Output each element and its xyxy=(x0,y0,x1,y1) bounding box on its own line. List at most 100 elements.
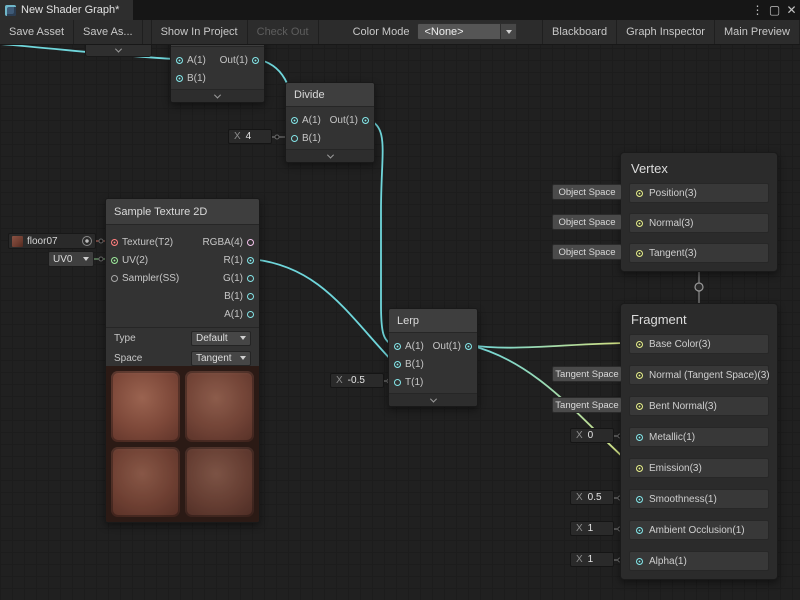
port-ambient-occlusion[interactable] xyxy=(636,527,643,534)
uv-channel-dropdown[interactable]: UV0 xyxy=(48,251,94,267)
block-row: Smoothness(1) xyxy=(629,489,769,509)
space-dropdown[interactable]: Tangent xyxy=(191,351,251,366)
setting-row: Space Tangent xyxy=(106,348,259,368)
port-position[interactable] xyxy=(636,190,643,197)
port-smoothness[interactable] xyxy=(636,496,643,503)
port-out[interactable] xyxy=(362,117,369,124)
port-in-a[interactable] xyxy=(176,57,183,64)
color-mode-dropdown[interactable]: <None> xyxy=(417,23,517,40)
type-value: Default xyxy=(196,333,228,344)
toolbar-spacer xyxy=(523,20,542,44)
port-row: Sampler(SS) xyxy=(106,269,184,287)
port-out[interactable] xyxy=(465,343,472,350)
kebab-menu-icon[interactable]: ⋮ xyxy=(749,0,766,20)
type-dropdown[interactable]: Default xyxy=(191,331,251,346)
port-in-b[interactable] xyxy=(394,361,401,368)
blackboard-button[interactable]: Blackboard xyxy=(542,20,617,44)
node-lerp[interactable]: Lerp A(1) Out(1) B(1) T(1) xyxy=(388,308,478,407)
position-space-dropdown[interactable]: Object Space xyxy=(552,184,622,200)
bent-normal-space-dropdown[interactable]: Tangent Space xyxy=(552,397,622,413)
close-icon[interactable]: ✕ xyxy=(783,0,800,20)
block-row-label: Bent Normal(3) xyxy=(649,401,717,412)
smoothness-value-field[interactable]: X0.5 xyxy=(570,490,614,505)
x-label: X xyxy=(576,430,583,441)
block-title: Fragment xyxy=(621,304,777,332)
document-tab[interactable]: New Shader Graph* xyxy=(0,0,133,20)
port-sampler[interactable] xyxy=(111,275,118,282)
tangent-space-dropdown[interactable]: Object Space xyxy=(552,244,622,260)
vertex-block[interactable]: Vertex Position(3) Normal(3) Tangent(3) xyxy=(620,152,778,272)
port-label: R(1) xyxy=(224,255,243,266)
port-row: A(1) Out(1) xyxy=(171,51,264,69)
port-label: A(1) xyxy=(224,309,243,320)
main-preview-button[interactable]: Main Preview xyxy=(715,20,800,44)
port-emission[interactable] xyxy=(636,465,643,472)
port-row: B(1) xyxy=(197,287,259,305)
node-collapse-strip[interactable] xyxy=(171,89,264,102)
port-bent-normal[interactable] xyxy=(636,403,643,410)
texture-object-field[interactable]: floor07 xyxy=(8,233,96,249)
port-r[interactable] xyxy=(247,257,254,264)
show-in-project-button[interactable]: Show In Project xyxy=(151,20,248,44)
block-row-label: Base Color(3) xyxy=(649,339,711,350)
divide-b-value-field[interactable]: X 4 xyxy=(228,129,272,144)
port-alpha[interactable] xyxy=(636,558,643,565)
block-row-label: Emission(3) xyxy=(649,463,702,474)
block-row-label: Ambient Occlusion(1) xyxy=(649,525,745,536)
port-tangent[interactable] xyxy=(636,250,643,257)
node-sample-texture-2d[interactable]: Sample Texture 2D Texture(T2) UV(2) Samp… xyxy=(105,198,260,523)
normal-ts-space-dropdown[interactable]: Tangent Space xyxy=(552,366,622,382)
port-label: B(1) xyxy=(224,291,243,302)
port-normal-ts[interactable] xyxy=(636,372,643,379)
fragment-block[interactable]: Fragment Base Color(3) Normal (Tangent S… xyxy=(620,303,778,580)
port-in-a[interactable] xyxy=(291,117,298,124)
port-rgba[interactable] xyxy=(247,239,254,246)
object-picker-icon[interactable] xyxy=(82,236,92,246)
node-collapse-strip[interactable] xyxy=(286,149,374,162)
port-a[interactable] xyxy=(247,311,254,318)
wire-sample-r-to-lerp-b[interactable] xyxy=(250,259,394,363)
block-row: Base Color(3) xyxy=(629,334,769,354)
lerp-t-value-field[interactable]: X -0.5 xyxy=(330,373,384,388)
port-g[interactable] xyxy=(247,275,254,282)
color-mode-value: <None> xyxy=(424,26,463,38)
normal-space-dropdown[interactable]: Object Space xyxy=(552,214,622,230)
offscreen-node-collapse-strip[interactable] xyxy=(85,44,152,57)
port-metallic[interactable] xyxy=(636,434,643,441)
x-value: 0.5 xyxy=(588,492,602,503)
block-row-label: Tangent(3) xyxy=(649,248,697,259)
port-base-color[interactable] xyxy=(636,341,643,348)
ambient-occlusion-value-field[interactable]: X1 xyxy=(570,521,614,536)
metallic-value-field[interactable]: X0 xyxy=(570,428,614,443)
port-b[interactable] xyxy=(247,293,254,300)
chevron-down-icon xyxy=(326,151,333,158)
port-uv[interactable] xyxy=(111,257,118,264)
wire-lerp-out-to-base-color[interactable] xyxy=(469,343,634,348)
maximize-icon[interactable]: ▢ xyxy=(766,0,783,20)
port-in-t[interactable] xyxy=(394,379,401,386)
block-row-label: Smoothness(1) xyxy=(649,494,717,505)
toolbar: Save Asset Save As... Show In Project Ch… xyxy=(0,20,800,45)
port-in-b[interactable] xyxy=(291,135,298,142)
node-collapse-strip[interactable] xyxy=(389,393,477,406)
port-texture[interactable] xyxy=(111,239,118,246)
port-out[interactable] xyxy=(252,57,259,64)
block-row-label: Alpha(1) xyxy=(649,556,687,567)
texture-thumbnail-icon xyxy=(12,236,23,247)
graph-inspector-button[interactable]: Graph Inspector xyxy=(617,20,715,44)
port-row: B(1) xyxy=(171,69,264,87)
uv-channel-value: UV0 xyxy=(53,254,72,265)
x-label: X xyxy=(234,131,241,142)
node-title: Lerp xyxy=(389,309,477,333)
save-asset-button[interactable]: Save Asset xyxy=(0,20,74,44)
node-divide[interactable]: Divide A(1) Out(1) B(1) xyxy=(285,82,375,163)
space-label: Space xyxy=(114,353,142,364)
alpha-value-field[interactable]: X1 xyxy=(570,552,614,567)
port-in-b[interactable] xyxy=(176,75,183,82)
port-in-a[interactable] xyxy=(394,343,401,350)
port-label: Texture(T2) xyxy=(122,237,173,248)
port-label: A(1) xyxy=(405,341,424,352)
save-as-button[interactable]: Save As... xyxy=(74,20,143,44)
port-normal[interactable] xyxy=(636,220,643,227)
setting-row: Type Default xyxy=(106,328,259,348)
